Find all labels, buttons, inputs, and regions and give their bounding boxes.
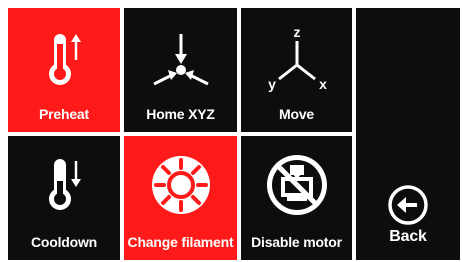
z-axis-label: z <box>293 25 300 40</box>
back-label: Back <box>389 228 427 245</box>
thermometer-up-icon <box>8 20 120 100</box>
home-axes-icon <box>124 20 237 100</box>
home-xyz-button[interactable]: Home XYZ <box>124 8 237 132</box>
disable-motor-icon <box>241 140 352 230</box>
cooldown-label: Cooldown <box>30 234 98 250</box>
move-button[interactable]: z y x Move <box>241 8 352 132</box>
xyz-axes-icon: z y x <box>241 20 352 100</box>
change-filament-button[interactable]: Change filament <box>124 136 237 260</box>
change-filament-label: Change filament <box>127 234 234 250</box>
disable-motor-button[interactable]: Disable motor <box>241 136 352 260</box>
preheat-label: Preheat <box>39 106 89 122</box>
filament-change-icon <box>124 140 237 230</box>
x-axis-label: x <box>319 76 327 92</box>
cooldown-button[interactable]: Cooldown <box>8 136 120 260</box>
home-xyz-label: Home XYZ <box>146 106 215 122</box>
move-label: Move <box>279 106 314 122</box>
preheat-button[interactable]: Preheat <box>8 8 120 132</box>
printer-menu-screen: Preheat Home XYZ z y x Move Cooldown Cha… <box>0 0 462 262</box>
back-arrow-icon <box>356 180 460 230</box>
thermometer-down-icon <box>8 140 120 230</box>
back-button[interactable]: Back <box>356 8 460 260</box>
y-axis-label: y <box>268 76 276 92</box>
disable-motor-label: Disable motor <box>251 234 342 250</box>
